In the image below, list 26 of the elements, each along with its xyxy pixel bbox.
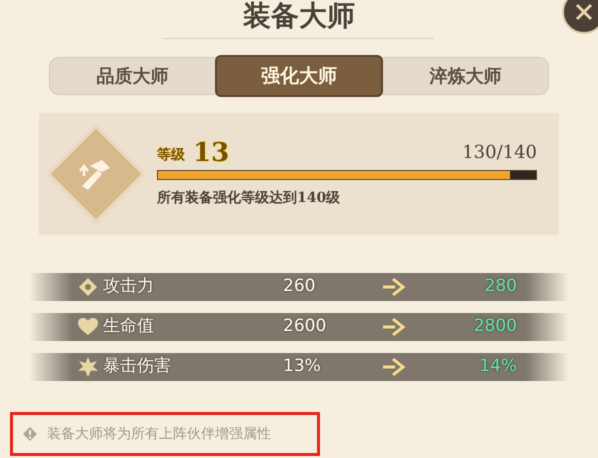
stat-current-value: 13% xyxy=(283,355,322,378)
stat-name: 暴击伤害 xyxy=(103,355,172,378)
progress-text: 130/140 xyxy=(462,141,537,165)
info-icon xyxy=(23,427,37,441)
stat-current-value: 260 xyxy=(283,275,316,298)
stat-next-value: 2800 xyxy=(472,315,517,338)
arrow-right-icon xyxy=(381,277,407,297)
tab[interactable]: 品质大师 xyxy=(50,58,215,94)
star-burst-icon xyxy=(78,357,98,377)
level-value: 13 xyxy=(193,140,230,166)
close-icon xyxy=(575,3,593,21)
stat-name: 生命值 xyxy=(103,315,155,338)
stat-current-value: 2600 xyxy=(283,315,328,338)
note-text: 装备大师将为所有上阵伙伴增强属性 xyxy=(47,424,271,444)
tab[interactable]: 强化大师 xyxy=(214,55,384,97)
arrow-right-icon xyxy=(381,317,407,337)
heart-icon xyxy=(78,318,98,336)
tab[interactable]: 淬炼大师 xyxy=(383,58,548,94)
level-label: 等级 xyxy=(157,146,185,165)
diamond-icon xyxy=(78,277,98,297)
stat-next-value: 14% xyxy=(478,355,517,378)
window-title: 装备大师 xyxy=(243,2,355,30)
arrow-right-icon xyxy=(381,357,407,377)
stat-next-value: 280 xyxy=(484,275,517,298)
stat-name: 攻击力 xyxy=(103,275,155,298)
requirement-text: 所有装备强化等级达到140级 xyxy=(157,189,342,208)
